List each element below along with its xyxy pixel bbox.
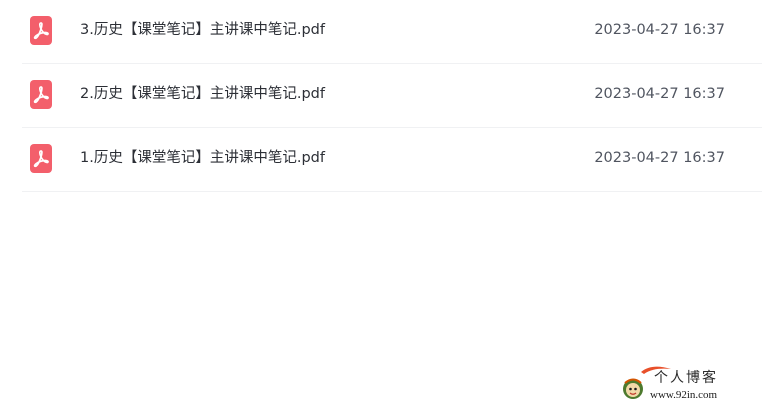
pdf-icon	[30, 80, 52, 109]
pdf-icon	[30, 16, 52, 45]
mascot-icon	[623, 378, 643, 399]
watermark-title: 个人博客	[654, 370, 718, 386]
file-date: 2023-04-27 16:37	[594, 22, 725, 38]
file-date: 2023-04-27 16:37	[594, 86, 725, 102]
file-name[interactable]: 1.历史【课堂笔记】主讲课中笔记.pdf	[80, 148, 325, 168]
watermark: 个人博客 www.92in.com	[620, 365, 748, 401]
pdf-icon	[30, 144, 52, 173]
file-row[interactable]: 2.历史【课堂笔记】主讲课中笔记.pdf 2023-04-27 16:37	[22, 64, 762, 128]
file-date: 2023-04-27 16:37	[594, 150, 725, 166]
file-name[interactable]: 2.历史【课堂笔记】主讲课中笔记.pdf	[80, 84, 325, 104]
file-list: 3.历史【课堂笔记】主讲课中笔记.pdf 2023-04-27 16:37 2.…	[22, 0, 762, 192]
file-name[interactable]: 3.历史【课堂笔记】主讲课中笔记.pdf	[80, 20, 325, 40]
file-row[interactable]: 1.历史【课堂笔记】主讲课中笔记.pdf 2023-04-27 16:37	[22, 128, 762, 192]
watermark-url: www.92in.com	[650, 389, 718, 401]
file-row[interactable]: 3.历史【课堂笔记】主讲课中笔记.pdf 2023-04-27 16:37	[22, 0, 762, 64]
